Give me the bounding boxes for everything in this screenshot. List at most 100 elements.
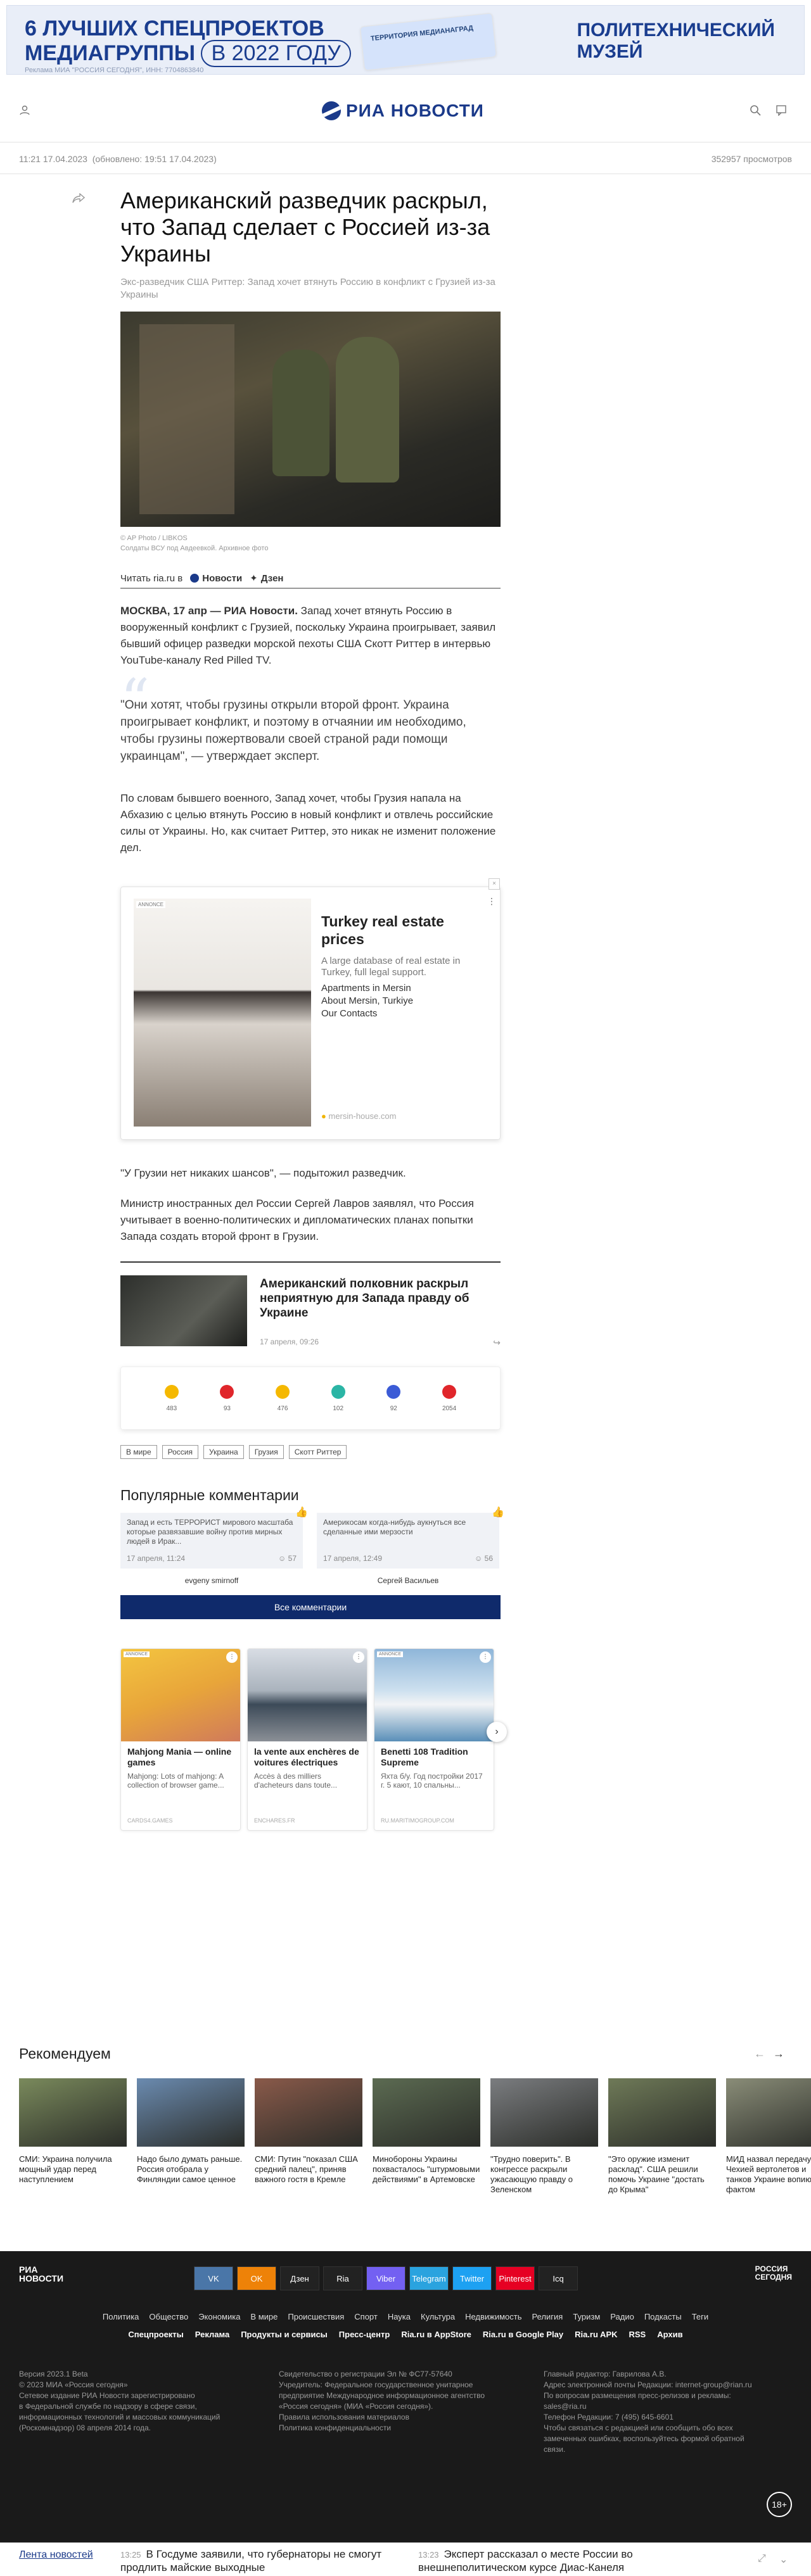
search-icon[interactable]	[750, 104, 762, 117]
recommended-title[interactable]: "Трудно поверить". В конгрессе раскрыли …	[490, 2154, 598, 2195]
footer-nav-link[interactable]: Теги	[692, 2312, 708, 2321]
footer-nav-link[interactable]: Происшествия	[288, 2312, 344, 2321]
dzen-link[interactable]: ✦ Дзен	[250, 572, 283, 584]
tag-link[interactable]: Россия	[162, 1445, 198, 1459]
ad-link[interactable]: About Mersin, Turkiye	[321, 995, 413, 1007]
recommended-item[interactable]: "Трудно поверить". В конгрессе раскрыли …	[490, 2078, 598, 2268]
comment-item[interactable]: Запад и есть ТЕРРОРИСТ мирового масштаба…	[120, 1508, 308, 1585]
icq-icon[interactable]: Icq	[539, 2266, 578, 2290]
ticker-item[interactable]: 13:25 В Госдуме заявили, что губернаторы …	[120, 2548, 399, 2574]
chat-icon[interactable]	[776, 104, 788, 117]
footer-nav-link[interactable]: RSS	[629, 2330, 646, 2339]
emotion-button[interactable]: 102	[331, 1384, 345, 1412]
footer-nav-link[interactable]: Недвижимость	[465, 2312, 521, 2321]
prev-arrow-icon[interactable]: ←	[754, 2047, 773, 2060]
recommended-image[interactable]	[608, 2078, 716, 2147]
expand-icon[interactable]: ⤢	[758, 2553, 766, 2565]
recommended-title[interactable]: СМИ: Украина получила мощный удар перед …	[19, 2154, 127, 2185]
recommended-title[interactable]: "Это оружие изменит расклад". США решили…	[608, 2154, 716, 2195]
tag-link[interactable]: Скотт Риттер	[288, 1445, 347, 1459]
footer-nav-link[interactable]: Архив	[657, 2330, 682, 2339]
related-image[interactable]	[120, 1275, 247, 1346]
recommended-image[interactable]	[255, 2078, 362, 2147]
footer-nav-link[interactable]: Культура	[421, 2312, 455, 2321]
footer-nav-link[interactable]: Пресс-центр	[339, 2330, 390, 2339]
recommended-title[interactable]: СМИ: Путин "показал США средний палец", …	[255, 2154, 362, 2185]
recommended-item[interactable]: Надо было думать раньше. Россия отобрала…	[137, 2078, 245, 2268]
ad-link[interactable]: Apartments in Mersin	[321, 982, 413, 995]
related-article[interactable]: Американский полковник раскрыл неприятну…	[120, 1261, 501, 1350]
footer-logo[interactable]: РИА НОВОСТИ	[19, 2265, 63, 2283]
promo-card[interactable]: ⋮ la vente aux enchères de voitures élec…	[247, 1648, 367, 1831]
footer-nav-link[interactable]: Спорт	[354, 2312, 378, 2321]
footer-nav-link[interactable]: Спецпроекты	[128, 2330, 183, 2339]
recommended-item[interactable]: МИД назвал передачу Чехией вертолетов и …	[726, 2078, 811, 2268]
promo-card[interactable]: ANNONCE ⋮ Mahjong Mania — online games Mah…	[120, 1648, 241, 1831]
footer-nav-link[interactable]: Ria.ru в AppStore	[401, 2330, 471, 2339]
pinterest-icon[interactable]: Pinterest	[495, 2266, 535, 2290]
share-icon[interactable]: ↪	[493, 1337, 501, 1348]
news-link[interactable]: Новости	[190, 573, 242, 584]
recommended-item[interactable]: СМИ: Украина получила мощный удар перед …	[19, 2078, 127, 2268]
close-icon[interactable]: ×	[489, 878, 500, 890]
recommended-title[interactable]: Минобороны Украины похвасталось "штурмов…	[373, 2154, 480, 2185]
footer-nav-link[interactable]: Ria.ru в Google Play	[483, 2330, 563, 2339]
ad-link[interactable]: Our Contacts	[321, 1007, 413, 1020]
promo-card[interactable]: ANNONCE ⋮ Benetti 108 Tradition Supreme Ях…	[374, 1648, 494, 1831]
more-icon[interactable]: ⋮	[226, 1651, 238, 1663]
tag-link[interactable]: В мире	[120, 1445, 157, 1459]
footer-nav-link[interactable]: Наука	[388, 2312, 411, 2321]
recommended-title[interactable]: МИД назвал передачу Чехией вертолетов и …	[726, 2154, 811, 2195]
ticker-item[interactable]: 13:23 Эксперт рассказал о месте России во…	[418, 2548, 697, 2574]
recommended-image[interactable]	[137, 2078, 245, 2147]
emotion-button[interactable]: 93	[220, 1384, 234, 1412]
tag-link[interactable]: Грузия	[248, 1445, 284, 1459]
recommended-item[interactable]: СМИ: Путин "показал США средний палец", …	[255, 2078, 362, 2268]
footer-nav-link[interactable]: В мире	[250, 2312, 278, 2321]
ad-title[interactable]: Turkey real estate prices	[321, 912, 467, 948]
emotion-button[interactable]: 2054	[442, 1384, 456, 1412]
emotion-button[interactable]: 476	[276, 1384, 290, 1412]
top-ad-banner[interactable]: 6 ЛУЧШИХ СПЕЦПРОЕКТОВ МЕДИАГРУППЫ В 2022…	[6, 5, 805, 75]
дзен-icon[interactable]: Дзен	[280, 2266, 319, 2290]
comment-user[interactable]: Сергей Васильев	[317, 1576, 499, 1585]
viber-icon[interactable]: Viber	[366, 2266, 406, 2290]
footer-nav-link[interactable]: Радио	[610, 2312, 634, 2321]
ad-url[interactable]: ● mersin-house.com	[321, 1111, 396, 1121]
footer-nav-link[interactable]: Туризм	[573, 2312, 600, 2321]
recommended-image[interactable]	[726, 2078, 811, 2147]
ria-icon[interactable]: Ria	[323, 2266, 362, 2290]
news-feed-link[interactable]: Лента новостей	[19, 2549, 93, 2561]
telegram-icon[interactable]: Telegram	[409, 2266, 449, 2290]
more-icon[interactable]: ⋮	[353, 1651, 364, 1663]
emotion-button[interactable]: 92	[386, 1384, 401, 1412]
all-comments-button[interactable]: Все комментарии	[120, 1595, 501, 1619]
native-ad[interactable]: × ANNONCE ⋮ Turkey real estate prices A …	[120, 878, 501, 1140]
user-icon[interactable]	[19, 104, 32, 117]
site-logo[interactable]: РИА НОВОСТИ	[322, 101, 484, 121]
twitter-icon[interactable]: Twitter	[452, 2266, 492, 2290]
ok-icon[interactable]: OK	[237, 2266, 276, 2290]
chevron-down-icon[interactable]: ⌄	[779, 2553, 788, 2566]
recommended-item[interactable]: Минобороны Украины похвасталось "штурмов…	[373, 2078, 480, 2268]
rossiya-segodnya-logo[interactable]: РОССИЯ СЕГОДНЯ	[755, 2265, 792, 2282]
vk-icon[interactable]: VK	[194, 2266, 233, 2290]
recommended-title[interactable]: Надо было думать раньше. Россия отобрала…	[137, 2154, 245, 2185]
recommended-image[interactable]	[19, 2078, 127, 2147]
footer-nav-link[interactable]: Ria.ru APK	[575, 2330, 617, 2339]
footer-nav-link[interactable]: Продукты и сервисы	[241, 2330, 328, 2339]
next-arrow-icon[interactable]: →	[773, 2047, 792, 2060]
related-title[interactable]: Американский полковник раскрыл неприятну…	[260, 1277, 488, 1320]
article-photo[interactable]	[120, 312, 501, 527]
comment-item[interactable]: Америкосам когда-нибудь аукнуться все сд…	[317, 1508, 504, 1585]
more-icon[interactable]: ⋮	[480, 1651, 491, 1663]
more-icon[interactable]: ⋮	[487, 896, 496, 907]
footer-nav-link[interactable]: Религия	[532, 2312, 563, 2321]
footer-nav-link[interactable]: Общество	[149, 2312, 188, 2321]
footer-nav-link[interactable]: Реклама	[195, 2330, 229, 2339]
emotion-button[interactable]: 483	[164, 1384, 179, 1412]
tag-link[interactable]: Украина	[203, 1445, 244, 1459]
footer-nav-link[interactable]: Экономика	[198, 2312, 240, 2321]
recommended-image[interactable]	[373, 2078, 480, 2147]
recommended-item[interactable]: "Это оружие изменит расклад". США решили…	[608, 2078, 716, 2268]
